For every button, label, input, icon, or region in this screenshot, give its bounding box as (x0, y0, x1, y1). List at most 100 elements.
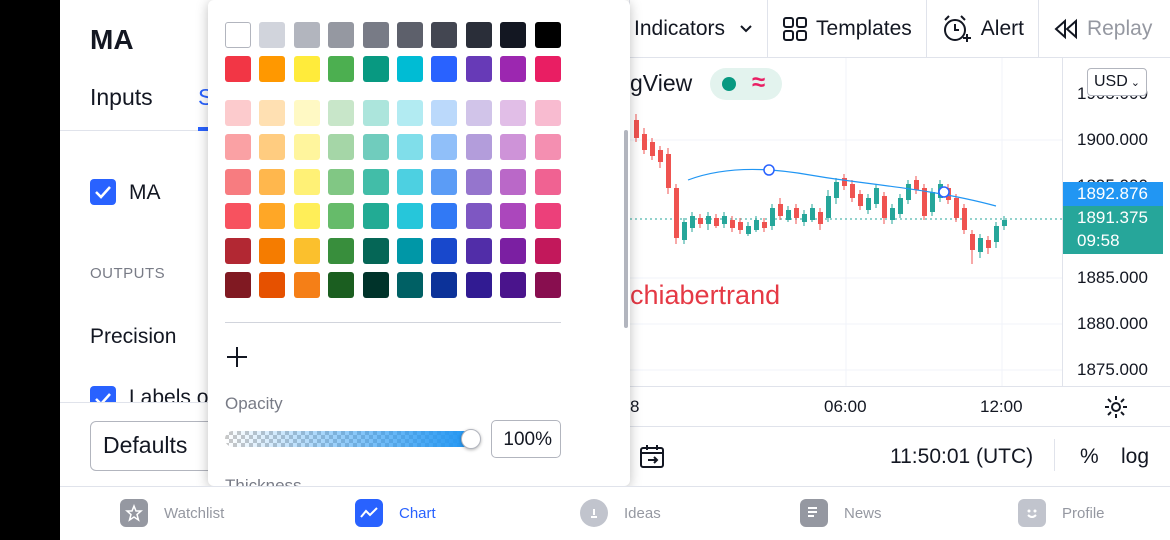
color-swatch[interactable] (225, 203, 251, 229)
color-swatch[interactable] (328, 238, 355, 264)
time-axis[interactable]: 8 06:00 12:00 (630, 386, 1170, 426)
color-swatch[interactable] (534, 134, 561, 160)
color-swatch[interactable] (465, 56, 492, 82)
color-swatch[interactable] (500, 238, 527, 264)
color-swatch[interactable] (465, 22, 492, 48)
color-swatch[interactable] (397, 56, 423, 82)
go-to-date-icon[interactable] (638, 443, 666, 471)
nav-chart[interactable]: Chart (355, 499, 436, 527)
add-custom-color-icon[interactable] (226, 346, 248, 368)
color-swatch[interactable] (397, 22, 423, 48)
color-swatch[interactable] (397, 169, 423, 195)
color-swatch[interactable] (225, 238, 251, 264)
color-swatch[interactable] (465, 100, 492, 126)
color-swatch[interactable] (328, 56, 355, 82)
alert-button[interactable]: Alert (927, 0, 1039, 58)
color-swatch[interactable] (259, 56, 286, 82)
color-swatch[interactable] (259, 22, 286, 48)
color-swatch[interactable] (534, 56, 561, 82)
color-swatch[interactable] (534, 203, 561, 229)
color-swatch[interactable] (259, 134, 286, 160)
color-swatch[interactable] (225, 100, 251, 126)
color-swatch[interactable] (293, 134, 320, 160)
color-swatch[interactable] (431, 169, 458, 195)
color-swatch[interactable] (225, 22, 251, 48)
candlestick-plot[interactable] (630, 58, 1062, 386)
color-swatch[interactable] (259, 203, 286, 229)
color-swatch[interactable] (465, 169, 492, 195)
color-swatch[interactable] (465, 272, 492, 298)
color-swatch[interactable] (431, 56, 458, 82)
color-swatch[interactable] (328, 272, 355, 298)
replay-button[interactable]: Replay (1039, 0, 1166, 58)
color-swatch[interactable] (500, 134, 527, 160)
color-swatch[interactable] (431, 134, 458, 160)
color-swatch[interactable] (500, 169, 527, 195)
color-swatch[interactable] (500, 272, 527, 298)
color-swatch[interactable] (328, 100, 355, 126)
ma-line-handle[interactable] (763, 164, 775, 176)
color-swatch[interactable] (362, 169, 389, 195)
color-swatch[interactable] (431, 272, 458, 298)
settings-gear-icon[interactable] (1104, 395, 1128, 419)
color-swatch[interactable] (431, 22, 458, 48)
color-swatch[interactable] (431, 203, 458, 229)
color-swatch[interactable] (225, 56, 251, 82)
market-status-pill[interactable]: ≈ (710, 68, 782, 100)
color-swatch[interactable] (500, 56, 527, 82)
color-swatch[interactable] (362, 56, 389, 82)
color-swatch[interactable] (328, 203, 355, 229)
color-swatch[interactable] (293, 238, 320, 264)
color-swatch[interactable] (362, 22, 389, 48)
color-swatch[interactable] (362, 238, 389, 264)
currency-selector[interactable]: USD ⌄ (1087, 68, 1147, 96)
color-swatch[interactable] (465, 203, 492, 229)
color-swatch[interactable] (431, 238, 458, 264)
color-swatch[interactable] (259, 100, 286, 126)
color-swatch[interactable] (259, 272, 286, 298)
color-swatch[interactable] (328, 134, 355, 160)
color-swatch[interactable] (534, 22, 561, 48)
color-swatch[interactable] (225, 134, 251, 160)
color-swatch[interactable] (397, 203, 423, 229)
indicators-button[interactable]: Indicators (630, 0, 769, 58)
color-swatch[interactable] (328, 22, 355, 48)
color-swatch[interactable] (534, 238, 561, 264)
nav-ideas[interactable]: Ideas (580, 499, 661, 527)
color-swatch[interactable] (500, 203, 527, 229)
color-swatch[interactable] (293, 169, 320, 195)
color-swatch[interactable] (431, 100, 458, 126)
color-swatch[interactable] (293, 203, 320, 229)
color-swatch[interactable] (293, 56, 320, 82)
color-swatch[interactable] (225, 169, 251, 195)
nav-watchlist[interactable]: Watchlist (120, 499, 224, 527)
ma-visibility-checkbox[interactable] (90, 179, 116, 205)
color-swatch[interactable] (397, 272, 423, 298)
color-swatch[interactable] (397, 100, 423, 126)
color-swatch[interactable] (465, 238, 492, 264)
color-swatch[interactable] (534, 272, 561, 298)
percent-scale-toggle[interactable]: % (1080, 445, 1099, 469)
color-swatch[interactable] (362, 272, 389, 298)
color-swatch[interactable] (293, 100, 320, 126)
color-swatch[interactable] (465, 134, 492, 160)
nav-profile[interactable]: Profile (1018, 499, 1105, 527)
color-swatch[interactable] (293, 22, 320, 48)
color-swatch[interactable] (225, 272, 251, 298)
color-swatch[interactable] (534, 100, 561, 126)
color-swatch[interactable] (259, 169, 286, 195)
tab-inputs[interactable]: Inputs (90, 84, 153, 111)
color-swatch[interactable] (397, 238, 423, 264)
log-scale-toggle[interactable]: log (1121, 445, 1149, 469)
utc-clock[interactable]: 11:50:01 (UTC) (890, 445, 1033, 469)
opacity-slider-handle[interactable] (461, 429, 481, 449)
color-swatch[interactable] (293, 272, 320, 298)
nav-news[interactable]: News (800, 499, 882, 527)
ma-line-handle[interactable] (938, 186, 950, 198)
dialog-scrollbar[interactable] (624, 130, 628, 328)
templates-button[interactable]: Templates (768, 0, 927, 58)
opacity-input[interactable]: 100% (491, 420, 561, 458)
opacity-slider[interactable] (225, 431, 471, 447)
color-swatch[interactable] (500, 22, 527, 48)
color-swatch[interactable] (362, 100, 389, 126)
